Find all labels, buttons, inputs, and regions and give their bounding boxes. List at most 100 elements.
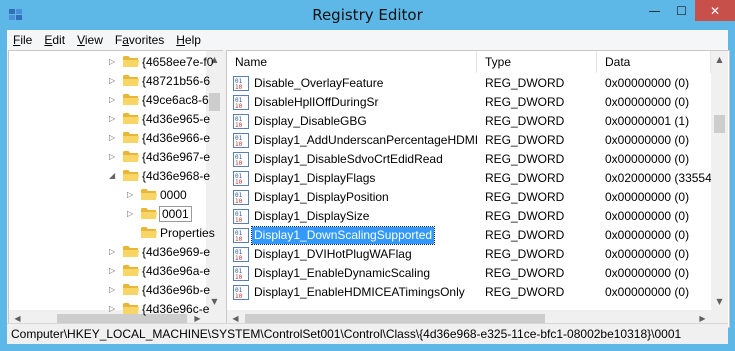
svg-text:10: 10 [235,122,243,129]
menu-view[interactable]: View [71,33,109,47]
registry-value-row[interactable]: 01 10 Display1_DisplayPosition REG_DWORD 0x0… [227,188,711,207]
scroll-up-icon[interactable]: ▲ [711,51,728,68]
menu-file[interactable]: File [7,33,38,47]
list-vscroll-thumb[interactable] [714,115,725,133]
value-type: REG_DWORD [485,266,565,280]
reg-dword-icon: 0110 [233,228,249,243]
title-bar[interactable]: Registry Editor — ☐ ✕ [0,0,735,30]
value-name: Display1_DownScalingSupported [250,226,436,245]
expand-arrow-icon[interactable]: ▷ [109,304,117,313]
close-button[interactable]: ✕ [695,0,735,21]
tree-item-label: {4d36e96c-e [142,301,210,316]
tree-item[interactable]: ▷ {4d36e96b-e [109,280,210,299]
registry-value-row[interactable]: 01 10 Display1_EnableHDMICEATimingsOnly REG… [227,283,711,302]
tree-item[interactable]: ▷ {4d36e96a-e [109,261,210,280]
expand-arrow-icon[interactable]: ▷ [109,114,117,123]
value-type: REG_DWORD [485,76,565,90]
value-data: 0x00000001 (1) [605,114,690,128]
maximize-icon: ☐ [676,3,687,18]
registry-value-row[interactable]: 01 10 Display1_DisableSdvoCrtEdidRead REG_D… [227,150,711,169]
registry-value-row[interactable]: 01 10 Display1_AddUnderscanPercentageHDMI R… [227,131,711,150]
tree-item[interactable]: ▷ {4d36e965-e [109,109,210,128]
tree-item-label: {4d36e967-e [142,149,211,164]
folder-icon [123,113,139,124]
close-icon: ✕ [709,3,721,18]
value-type: REG_DWORD [485,228,565,242]
value-name: Display1_DisplayFlags [254,171,376,185]
value-data: 0x00000000 (0) [605,133,690,147]
tree-item[interactable]: ▷ {4d36e969-e [109,242,210,261]
folder-icon [141,189,157,200]
folder-icon [123,151,139,162]
tree-item-label: {4658ee7e-f0 [142,54,214,69]
column-header-data[interactable]: Data [597,51,711,73]
expand-arrow-icon[interactable]: ▷ [109,247,117,256]
minimize-icon: — [648,3,661,18]
expand-arrow-icon[interactable]: ▷ [127,190,135,199]
menu-favorites[interactable]: Favorites [109,33,170,47]
registry-value-row[interactable]: 01 10 Display1_DVIHotPlugWAFlag REG_DWORD 0x… [227,245,711,264]
tree-item-label: {49ce6ac8-6 [142,92,209,107]
folder-icon [141,208,157,219]
svg-text:10: 10 [235,217,243,224]
values-list-pane[interactable]: Name Type Data ▲ ▼ ◀ ▶ 01 10 Disable_Overl… [226,50,730,328]
registry-value-row[interactable]: 01 10 Display1_DisplaySize REG_DWORD 0x00000… [227,207,711,226]
menu-edit[interactable]: Edit [38,33,71,47]
value-type: REG_DWORD [485,190,565,204]
tree-item[interactable]: ◢ {4d36e968-e [109,166,210,185]
registry-value-row[interactable]: 01 10 Display_DisableGBG REG_DWORD 0x0000000… [227,112,711,131]
folder-icon [123,284,139,295]
reg-dword-icon: 0110 [233,209,249,224]
value-data: 0x00000000 (0) [605,95,690,109]
expand-arrow-icon[interactable]: ▷ [109,285,117,294]
registry-value-row[interactable]: 01 10 Display1_EnableDynamicScaling REG_DWO… [227,264,711,283]
expand-arrow-icon[interactable]: ▷ [109,133,117,142]
expand-arrow-icon[interactable]: ▷ [109,266,117,275]
tree-item[interactable]: ▷ {4d36e967-e [109,147,210,166]
reg-dword-icon: 0110 [233,133,249,148]
maximize-button[interactable]: ☐ [668,0,695,21]
tree-item[interactable]: ▷ {4658ee7e-f0 [109,52,213,71]
svg-text:10: 10 [235,103,243,110]
registry-value-row[interactable]: 01 10 Display1_DownScalingSupported REG_DWO… [227,226,711,245]
value-name: Display_DisableGBG [254,114,367,128]
scroll-down-icon[interactable]: ▼ [711,293,728,310]
folder-icon [123,75,139,86]
value-data: 0x00000000 (0) [605,190,690,204]
registry-value-row[interactable]: 01 10 Disable_OverlayFeature REG_DWORD 0x000… [227,74,711,93]
registry-value-row[interactable]: 01 10 DisableHplIOffDuringSr REG_DWORD 0x000… [227,93,711,112]
list-hscroll-thumb[interactable] [245,314,545,323]
registry-value-row[interactable]: 01 10 Display1_DisplayFlags REG_DWORD 0x0200… [227,169,711,188]
tree-item[interactable]: ▷ 0001 [127,204,192,223]
tree-item[interactable]: ▷ {49ce6ac8-6 [109,90,209,109]
svg-text:10: 10 [235,255,243,262]
value-data: 0x00000000 (0) [605,266,690,280]
tree-item[interactable]: ▷ 0000 [127,185,187,204]
tree-item[interactable]: ▷ {4d36e96c-e [109,299,209,318]
value-name: Display1_EnableDynamicScaling [254,266,431,280]
tree-item[interactable]: Properties [127,223,215,242]
svg-text:10: 10 [235,141,243,148]
reg-dword-icon: 0110 [233,95,249,110]
value-type: REG_DWORD [485,152,565,166]
collapse-arrow-icon[interactable]: ◢ [109,171,117,180]
expand-arrow-icon[interactable]: ▷ [109,152,117,161]
minimize-button[interactable]: — [641,0,668,21]
expand-arrow-icon[interactable]: ▷ [109,76,117,85]
tree-vscroll-thumb[interactable] [209,93,220,111]
column-header-name[interactable]: Name [227,51,477,73]
column-header-type[interactable]: Type [477,51,597,73]
menu-help[interactable]: Help [170,33,207,47]
key-tree-pane[interactable]: ▲ ▼ ◀ ▶ ▷ {4658ee7e-f0 ▷ {48721b56-6 ▷ {49ce6… [8,50,224,328]
reg-dword-icon: 0110 [233,114,249,129]
expand-arrow-icon[interactable]: ▷ [127,209,135,218]
tree-item-label: Properties [160,225,215,240]
expand-arrow-icon[interactable]: ▷ [109,95,117,104]
svg-text:10: 10 [235,293,243,300]
tree-item[interactable]: ▷ {4d36e966-e [109,128,210,147]
tree-item[interactable]: ▷ {48721b56-6 [109,71,210,90]
expand-arrow-icon[interactable]: ▷ [109,57,117,66]
folder-icon [123,246,139,257]
list-vertical-scrollbar[interactable]: ▲ ▼ [711,51,728,310]
reg-dword-icon: 0110 [233,285,249,300]
